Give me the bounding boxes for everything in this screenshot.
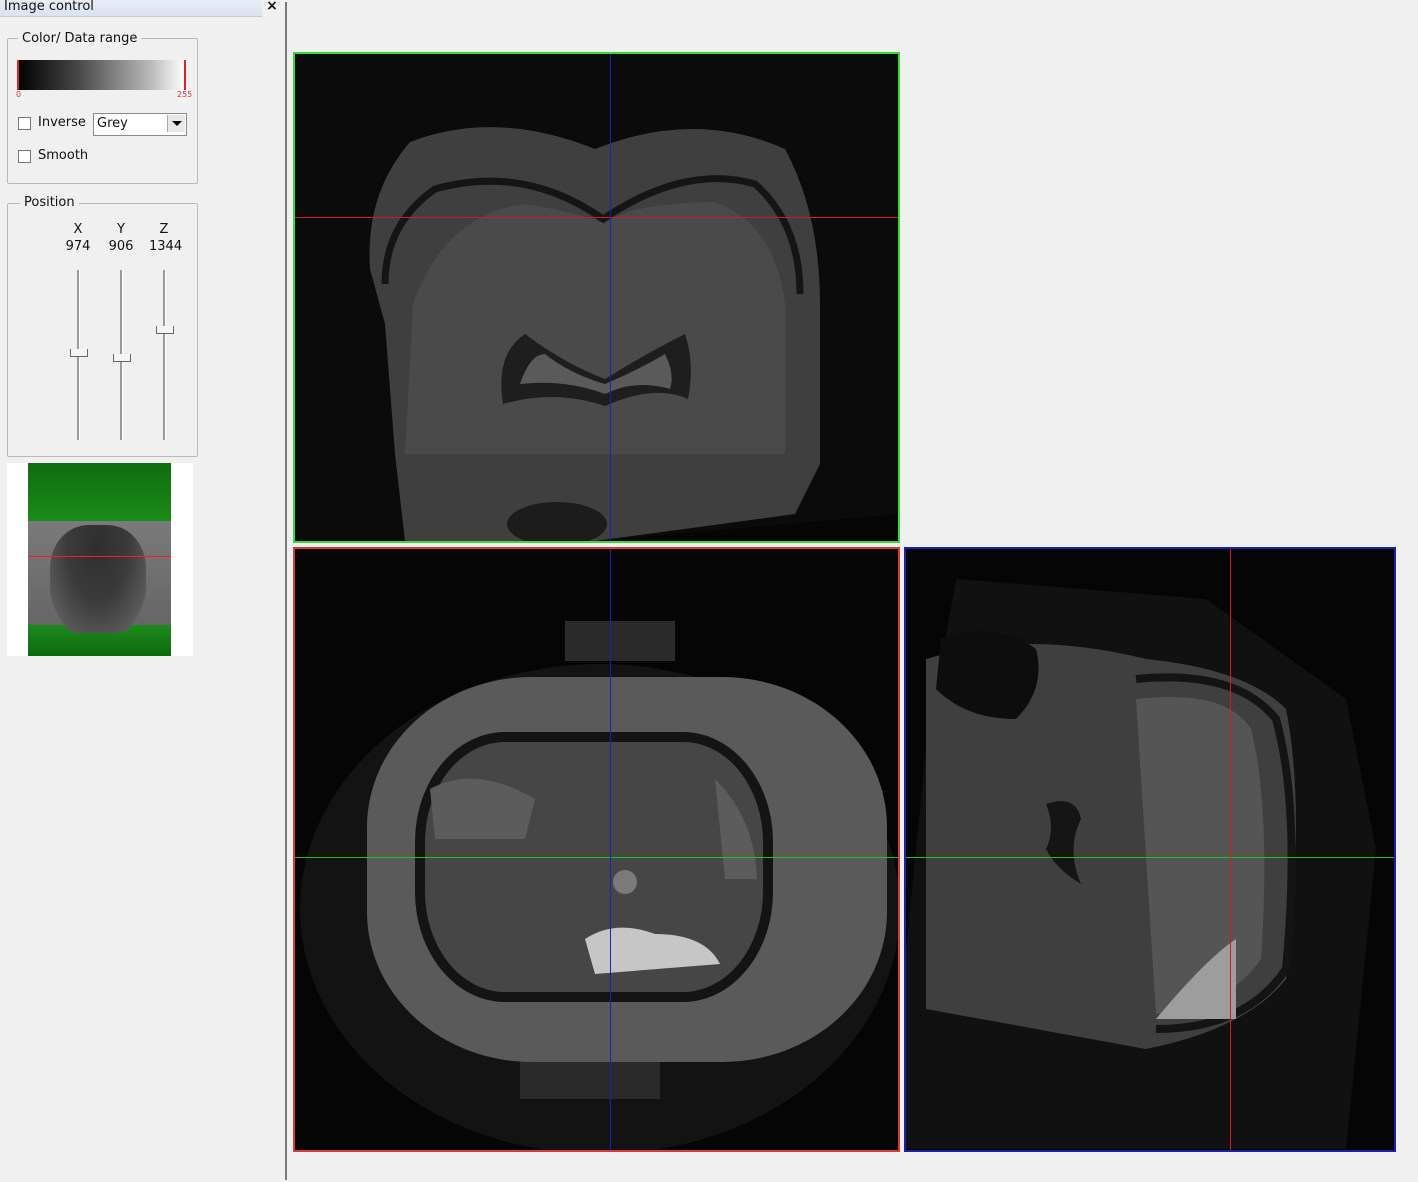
x-slider-thumb[interactable] bbox=[70, 349, 88, 357]
smooth-label: Smooth bbox=[38, 148, 89, 163]
coronal-crosshair-horizontal[interactable] bbox=[295, 857, 898, 858]
colormap-select[interactable]: Grey bbox=[93, 113, 187, 136]
inverse-label: Inverse bbox=[38, 115, 86, 130]
min-range-marker[interactable] bbox=[17, 60, 19, 90]
panel-splitter[interactable] bbox=[285, 2, 287, 1180]
smooth-checkbox[interactable] bbox=[18, 150, 31, 163]
y-value: 906 bbox=[108, 239, 134, 254]
coronal-view[interactable] bbox=[293, 547, 900, 1152]
max-range-label: 255 bbox=[177, 90, 193, 99]
preview-tooth-silhouette bbox=[50, 525, 146, 633]
close-icon[interactable]: × bbox=[265, 0, 279, 14]
max-range-marker[interactable] bbox=[184, 60, 186, 90]
sagittal-crosshair-vertical[interactable] bbox=[1230, 549, 1231, 1150]
sagittal-crosshair-horizontal[interactable] bbox=[906, 857, 1394, 858]
color-range-title: Color/ Data range bbox=[18, 31, 142, 46]
volume-preview[interactable] bbox=[7, 463, 193, 656]
y-slider-thumb[interactable] bbox=[113, 354, 131, 362]
panel-titlebar: Image control bbox=[0, 0, 262, 17]
sagittal-slice-image bbox=[906, 549, 1394, 1150]
axial-crosshair-horizontal[interactable] bbox=[295, 217, 898, 218]
colormap-bar[interactable] bbox=[17, 60, 185, 90]
axial-slice-image bbox=[295, 54, 898, 541]
panel-title: Image control bbox=[4, 0, 94, 14]
z-axis-label: Z bbox=[159, 222, 169, 237]
min-range-label: 0 bbox=[16, 90, 22, 99]
colormap-value: Grey bbox=[97, 116, 128, 131]
x-value: 974 bbox=[65, 239, 91, 254]
coronal-crosshair-vertical[interactable] bbox=[610, 549, 611, 1150]
inverse-checkbox[interactable] bbox=[18, 117, 31, 130]
dropdown-arrow-icon[interactable] bbox=[167, 115, 185, 132]
axial-view[interactable] bbox=[293, 52, 900, 543]
x-axis-label: X bbox=[73, 222, 83, 237]
z-slider-thumb[interactable] bbox=[156, 326, 174, 334]
preview-slice-line[interactable] bbox=[28, 556, 171, 557]
z-slider-track[interactable] bbox=[163, 270, 166, 440]
z-value: 1344 bbox=[149, 239, 183, 254]
position-title: Position bbox=[20, 195, 79, 210]
y-axis-label: Y bbox=[117, 222, 125, 237]
preview-image bbox=[28, 463, 171, 656]
coronal-slice-image bbox=[295, 549, 898, 1150]
axial-crosshair-vertical[interactable] bbox=[610, 54, 611, 541]
sagittal-view[interactable] bbox=[904, 547, 1396, 1152]
